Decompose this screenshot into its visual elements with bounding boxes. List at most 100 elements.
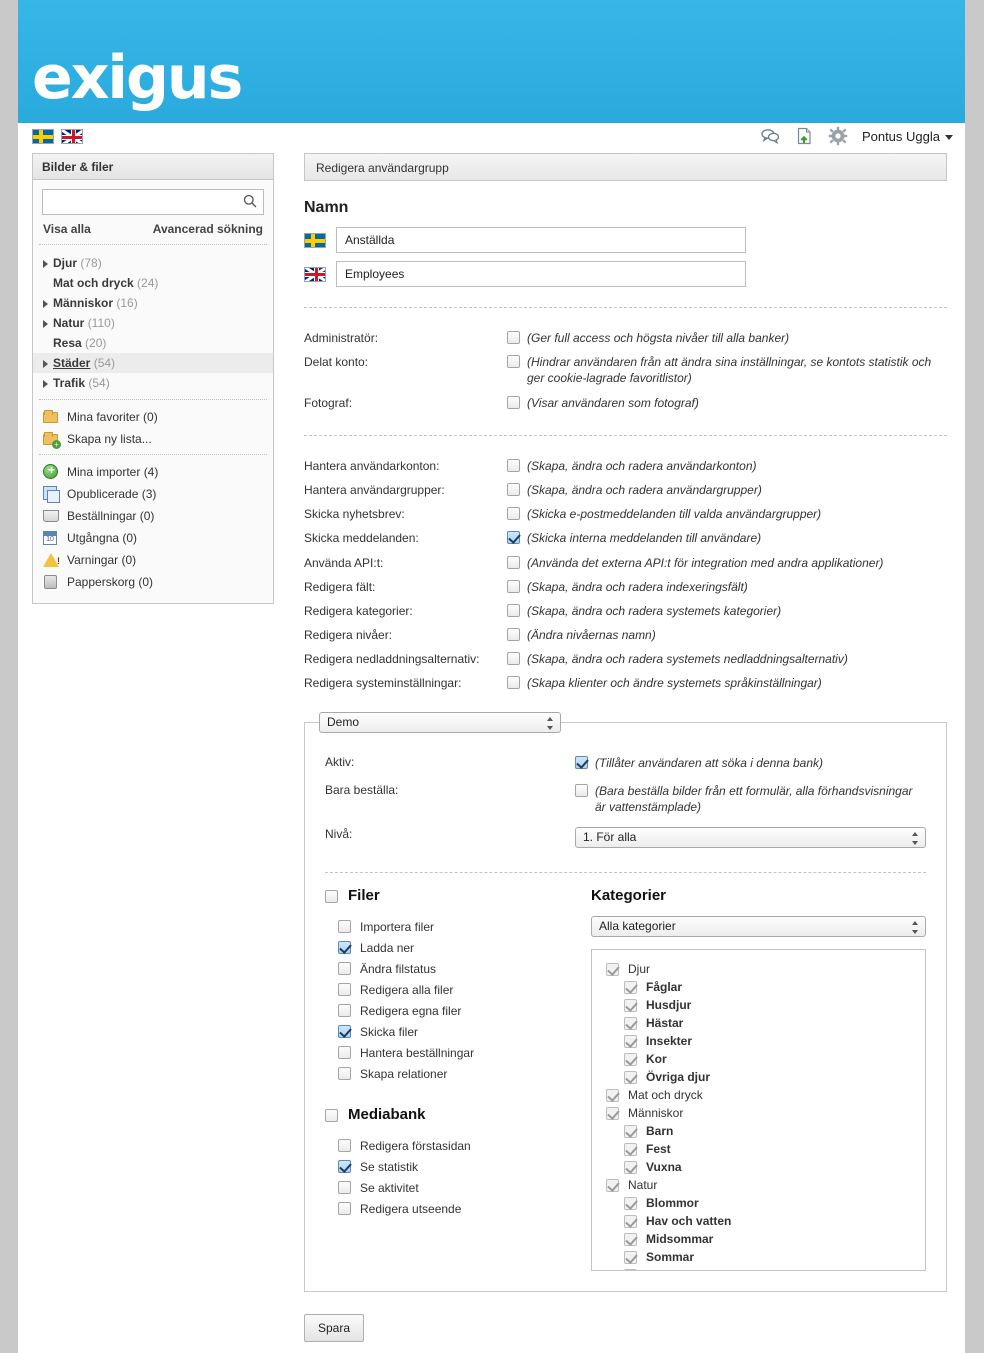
category-node-mat-och-dryck[interactable]: Mat och dryck xyxy=(592,1086,925,1104)
category-node-hastar[interactable]: Hästar xyxy=(592,1014,925,1032)
upload-document-icon[interactable] xyxy=(794,126,814,146)
bank-selector-dropdown[interactable]: Demo xyxy=(319,711,561,733)
sidebar-item-mina-favoriter[interactable]: Mina favoriter (0) xyxy=(33,406,273,428)
option-checkbox[interactable] xyxy=(338,1139,351,1153)
search-input[interactable] xyxy=(42,189,264,215)
option-redigera-alla-filer[interactable]: Redigera alla filer xyxy=(325,979,565,1000)
sidebar-category-resa[interactable]: Resa (20) xyxy=(33,333,273,353)
english-flag-icon[interactable] xyxy=(61,129,83,144)
permission-label: Redigera nedladdningsalternativ: xyxy=(304,652,480,667)
option-andra-filstatus[interactable]: Ändra filstatus xyxy=(325,958,565,979)
save-button[interactable]: Spara xyxy=(304,1314,365,1343)
permission-checkbox-skicka-meddelanden[interactable] xyxy=(507,531,520,545)
permission-checkbox-hantera-anvandarkonton[interactable] xyxy=(507,458,520,472)
category-node-natur[interactable]: Natur xyxy=(592,1176,925,1194)
form-actions: Spara xyxy=(304,1314,947,1343)
sidebar-item-mina-importer[interactable]: Mina importer (4) xyxy=(33,461,273,483)
permission-checkbox-redigera-systeminstallningar[interactable] xyxy=(507,676,520,690)
sidebar-category-mat-och-dryck[interactable]: Mat och dryck (24) xyxy=(33,273,273,293)
option-checkbox[interactable] xyxy=(338,1160,351,1174)
trash-bin-icon xyxy=(43,574,59,590)
option-se-statistik[interactable]: Se statistik xyxy=(325,1156,565,1177)
option-redigera-forstasidan[interactable]: Redigera förstasidan xyxy=(325,1135,565,1156)
option-skapa-relationer[interactable]: Skapa relationer xyxy=(325,1063,565,1084)
category-node-barn[interactable]: Barn xyxy=(592,1122,925,1140)
option-importera-filer[interactable]: Importera filer xyxy=(325,916,565,937)
messages-icon[interactable] xyxy=(760,126,780,146)
category-node-husdjur[interactable]: Husdjur xyxy=(592,996,925,1014)
advanced-search-link[interactable]: Avancerad sökning xyxy=(153,222,263,236)
permission-checkbox-redigera-nedladdningsalternativ[interactable] xyxy=(507,652,520,666)
show-all-link[interactable]: Visa alla xyxy=(43,222,91,236)
option-checkbox[interactable] xyxy=(338,941,351,955)
option-checkbox[interactable] xyxy=(338,920,351,934)
permission-checkbox-redigera-kategorier[interactable] xyxy=(507,603,520,617)
swedish-flag-icon[interactable] xyxy=(32,129,54,144)
option-checkbox[interactable] xyxy=(338,1004,351,1018)
permission-checkbox-administrator[interactable] xyxy=(507,331,520,344)
bank-checkbox-aktiv[interactable] xyxy=(575,755,588,769)
sidebar-category-manniskor[interactable]: Människor (16) xyxy=(33,293,273,313)
option-redigera-utseende[interactable]: Redigera utseende xyxy=(325,1198,565,1219)
permission-checkbox-fotograf[interactable] xyxy=(507,395,520,409)
name-input-swedish[interactable] xyxy=(336,227,746,253)
category-node-kor[interactable]: Kor xyxy=(592,1050,925,1068)
category-node-ovriga-djur[interactable]: Övriga djur xyxy=(592,1068,925,1086)
option-checkbox[interactable] xyxy=(338,1202,351,1216)
category-node-fest[interactable]: Fest xyxy=(592,1140,925,1158)
settings-gear-icon[interactable] xyxy=(828,126,848,146)
category-node-insekter[interactable]: Insekter xyxy=(592,1032,925,1050)
permission-checkbox-redigera-falt[interactable] xyxy=(507,579,520,593)
search-icon[interactable] xyxy=(243,194,257,208)
permission-checkbox-redigera-nivaer[interactable] xyxy=(507,628,520,642)
category-node-vuxna[interactable]: Vuxna xyxy=(592,1158,925,1176)
category-filter-dropdown[interactable]: Alla kategorier xyxy=(591,916,926,938)
category-node-label: Hav och vatten xyxy=(646,1214,732,1229)
option-checkbox[interactable] xyxy=(338,1181,351,1195)
category-node-manniskor[interactable]: Människor xyxy=(592,1104,925,1122)
category-checkbox xyxy=(624,1215,637,1229)
option-redigera-egna-filer[interactable]: Redigera egna filer xyxy=(325,1000,565,1021)
option-label: Redigera alla filer xyxy=(360,982,454,997)
sidebar-item-varningar[interactable]: Varningar (0) xyxy=(33,549,273,571)
filer-group-checkbox[interactable] xyxy=(325,889,338,903)
option-checkbox[interactable] xyxy=(338,983,351,997)
sidebar-category-trafik[interactable]: Trafik (54) xyxy=(33,373,273,393)
category-node-djur[interactable]: Djur xyxy=(592,960,925,978)
category-node-blommor[interactable]: Blommor xyxy=(592,1194,925,1212)
category-node-faglar[interactable]: Fåglar xyxy=(592,978,925,996)
bank-checkbox-bara-bestalla[interactable] xyxy=(575,783,588,797)
category-node-clipped[interactable] xyxy=(592,1266,925,1271)
sidebar-item-opublicerade[interactable]: Opublicerade (3) xyxy=(33,483,273,505)
permission-checkbox-hantera-anvandargrupper[interactable] xyxy=(507,482,520,496)
option-ladda-ner[interactable]: Ladda ner xyxy=(325,937,565,958)
sidebar-item-papperskorg[interactable]: Papperskorg (0) xyxy=(33,571,273,593)
permission-checkbox-delat-konto[interactable] xyxy=(507,355,520,369)
category-checkbox xyxy=(606,1107,619,1121)
sidebar-category-stader[interactable]: Städer (54) xyxy=(33,353,273,373)
sidebar-category-natur[interactable]: Natur (110) xyxy=(33,313,273,333)
sidebar-item-utgangna[interactable]: Utgångna (0) xyxy=(33,527,273,549)
option-skicka-filer[interactable]: Skicka filer xyxy=(325,1021,565,1042)
permission-checkbox-anvanda-api[interactable] xyxy=(507,555,520,569)
mediabank-group-checkbox[interactable] xyxy=(325,1108,338,1122)
option-checkbox[interactable] xyxy=(338,1025,351,1039)
option-se-aktivitet[interactable]: Se aktivitet xyxy=(325,1177,565,1198)
name-input-english[interactable] xyxy=(336,261,746,287)
option-checkbox[interactable] xyxy=(338,1046,351,1060)
permission-checkbox-skicka-nyhetsbrev[interactable] xyxy=(507,507,520,521)
category-checkbox xyxy=(624,1269,637,1271)
level-dropdown[interactable]: 1. För alla xyxy=(575,827,926,849)
sidebar-item-skapa-ny-lista[interactable]: + Skapa ny lista... xyxy=(33,428,273,450)
category-node-sommar[interactable]: Sommar xyxy=(592,1248,925,1266)
option-hantera-bestallningar[interactable]: Hantera beställningar xyxy=(325,1042,565,1063)
category-tree-list[interactable]: Djur Fåglar Husdjur Hästar Insekter Kor … xyxy=(591,949,926,1272)
sidebar-item-bestallningar[interactable]: Beställningar (0) xyxy=(33,505,273,527)
sidebar-category-djur[interactable]: Djur (78) xyxy=(33,253,273,273)
category-node-hav-och-vatten[interactable]: Hav och vatten xyxy=(592,1212,925,1230)
stepper-arrows-icon xyxy=(547,716,554,730)
option-checkbox[interactable] xyxy=(338,962,351,976)
option-checkbox[interactable] xyxy=(338,1067,351,1081)
user-menu[interactable]: Pontus Uggla xyxy=(862,129,953,144)
category-node-midsommar[interactable]: Midsommar xyxy=(592,1230,925,1248)
